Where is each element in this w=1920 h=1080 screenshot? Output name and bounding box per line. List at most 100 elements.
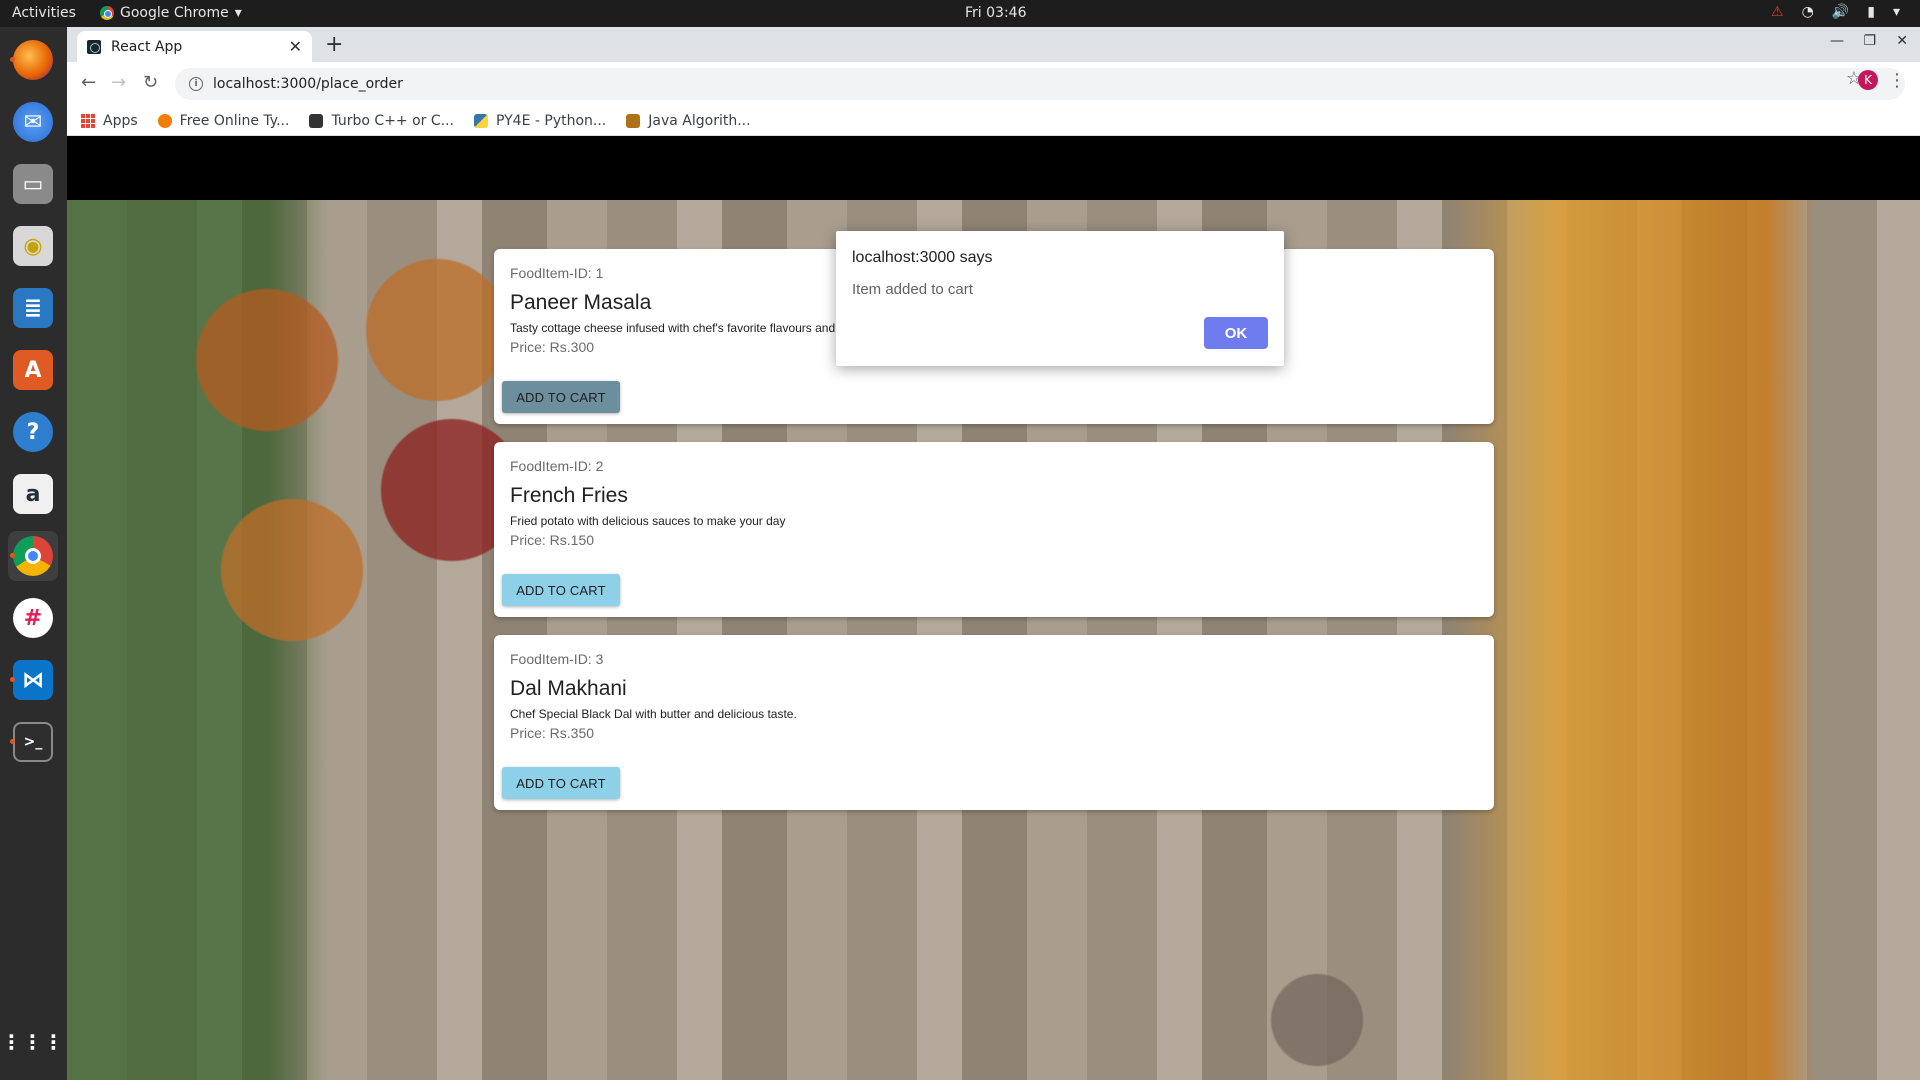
url-text[interactable]: localhost:3000/place_order <box>213 76 403 92</box>
dock-item-firefox[interactable] <box>8 35 58 85</box>
bookmark-label: Free Online Ty... <box>179 112 290 129</box>
firefox-icon <box>13 40 53 80</box>
dock-item-chrome[interactable] <box>8 531 58 581</box>
profile-avatar[interactable]: K <box>1858 70 1878 90</box>
bookmark-label: Turbo C++ or C... <box>331 112 454 129</box>
chrome-icon <box>100 6 114 20</box>
alert-dialog: localhost:3000 says Item added to cart O… <box>836 231 1284 366</box>
dialog-message: Item added to cart <box>852 281 973 298</box>
dock-item-software[interactable]: A <box>8 345 58 395</box>
dock: ✉ ▭ ◉ ≣ A ? a # ⋈ >_ ⋮⋮⋮ <box>0 27 67 1080</box>
reload-button[interactable]: ↻ <box>143 72 158 93</box>
dock-item-rhythmbox[interactable]: ◉ <box>8 221 58 271</box>
vscode-icon: ⋈ <box>13 660 53 700</box>
close-icon[interactable]: ✕ <box>289 37 302 56</box>
bookmark-java[interactable]: Java Algorith... <box>626 112 751 129</box>
menu-kebab-icon[interactable]: ⋮ <box>1888 70 1906 91</box>
system-top-bar: Activities Google Chrome ▾ Fri 03:46 ⚠ ◔… <box>0 0 1920 27</box>
terminal-icon: >_ <box>13 722 53 762</box>
browser-window: React App ✕ + — ❐ ✕ ← → ↻ i localhost:30… <box>67 27 1920 1080</box>
software-icon: A <box>13 350 53 390</box>
bookmark-apps[interactable]: Apps <box>81 113 138 129</box>
java-icon <box>626 113 641 128</box>
running-indicator <box>10 57 15 62</box>
volume-icon[interactable]: 🔊 <box>1832 4 1849 20</box>
python-icon <box>473 113 488 128</box>
writer-icon: ≣ <box>13 288 53 328</box>
bookmark-label: Apps <box>103 112 138 129</box>
running-indicator <box>10 553 15 558</box>
tab-react-app[interactable]: React App ✕ <box>77 31 312 62</box>
dock-item-show-apps[interactable]: ⋮⋮⋮ <box>1 1017 65 1067</box>
c-icon <box>309 113 324 128</box>
dock-item-amazon[interactable]: a <box>8 469 58 519</box>
dock-item-thunderbird[interactable]: ✉ <box>8 97 58 147</box>
chevron-down-icon: ▾ <box>234 5 242 21</box>
site-navbar <box>67 136 1920 200</box>
food-name: Paneer Masala <box>510 291 652 314</box>
bookmark-turbo-c[interactable]: Turbo C++ or C... <box>309 113 454 129</box>
bookmark-label: PY4E - Python... <box>495 112 607 129</box>
tab-strip: React App ✕ + — ❐ ✕ <box>67 27 1920 62</box>
restore-button[interactable]: ❐ <box>1863 33 1876 49</box>
chrome-icon <box>13 536 53 576</box>
food-description: Chef Special Black Dal with butter and d… <box>510 707 797 721</box>
food-id: FoodItem-ID: 1 <box>510 265 604 281</box>
battery-icon[interactable]: ▮ <box>1867 4 1875 20</box>
dock-item-terminal[interactable]: >_ <box>8 717 58 767</box>
back-button[interactable]: ← <box>81 72 96 93</box>
system-tray[interactable]: ⚠ ◔ 🔊 ▮ ▾ <box>1771 4 1900 20</box>
food-card: FoodItem-ID: 2 French Fries Fried potato… <box>494 442 1494 617</box>
slack-icon: # <box>13 598 53 638</box>
ok-button[interactable]: OK <box>1204 317 1268 349</box>
app-menu-label: Google Chrome <box>120 5 229 21</box>
food-id: FoodItem-ID: 2 <box>510 458 604 474</box>
activities-button[interactable]: Activities <box>12 5 76 21</box>
react-icon <box>87 39 101 54</box>
add-to-cart-button[interactable]: ADD TO CART <box>502 767 620 799</box>
rhythmbox-icon: ◉ <box>13 226 53 266</box>
help-icon: ? <box>13 412 53 452</box>
dock-item-vscode[interactable]: ⋈ <box>8 655 58 705</box>
food-price: Price: Rs.150 <box>510 532 595 548</box>
dock-item-slack[interactable]: # <box>8 593 58 643</box>
food-price: Price: Rs.300 <box>510 339 595 355</box>
clock[interactable]: Fri 03:46 <box>965 5 1026 21</box>
close-window-button[interactable]: ✕ <box>1896 33 1908 49</box>
show-apps-icon: ⋮⋮⋮ <box>1 1030 65 1054</box>
typing-icon <box>157 113 172 128</box>
apps-grid-icon <box>81 113 95 128</box>
app-menu[interactable]: Google Chrome ▾ <box>100 5 242 21</box>
thunderbird-icon: ✉ <box>13 102 53 142</box>
food-card: FoodItem-ID: 3 Dal Makhani Chef Special … <box>494 635 1494 810</box>
info-icon[interactable]: i <box>189 77 203 91</box>
amazon-icon: a <box>13 474 53 514</box>
chevron-down-icon[interactable]: ▾ <box>1893 4 1900 20</box>
page-content: FoodItem-ID: 1 Paneer Masala Tasty cotta… <box>67 136 1920 1080</box>
dock-item-help[interactable]: ? <box>8 407 58 457</box>
browser-toolbar: ← → ↻ i localhost:3000/place_order ☆ K ⋮ <box>67 62 1920 106</box>
food-name: Dal Makhani <box>510 677 627 700</box>
warning-icon[interactable]: ⚠ <box>1771 4 1784 20</box>
bookmarks-bar: Apps Free Online Ty... Turbo C++ or C...… <box>67 106 1920 136</box>
food-price: Price: Rs.350 <box>510 725 595 741</box>
tab-title: React App <box>111 38 183 55</box>
food-name: French Fries <box>510 484 628 507</box>
wifi-icon[interactable]: ◔ <box>1802 4 1814 20</box>
dialog-title: localhost:3000 says <box>852 249 993 266</box>
running-indicator <box>10 739 15 744</box>
add-to-cart-button[interactable]: ADD TO CART <box>502 381 620 413</box>
new-tab-button[interactable]: + <box>325 32 343 57</box>
bookmark-py4e[interactable]: PY4E - Python... <box>473 112 607 129</box>
dock-item-files[interactable]: ▭ <box>8 159 58 209</box>
food-id: FoodItem-ID: 3 <box>510 651 604 667</box>
bookmark-label: Java Algorith... <box>648 112 751 129</box>
dock-item-writer[interactable]: ≣ <box>8 283 58 333</box>
running-indicator <box>10 677 15 682</box>
minimize-button[interactable]: — <box>1830 33 1844 49</box>
bookmark-typing[interactable]: Free Online Ty... <box>157 112 290 129</box>
food-description: Fried potato with delicious sauces to ma… <box>510 514 786 528</box>
forward-button[interactable]: → <box>111 72 126 93</box>
add-to-cart-button[interactable]: ADD TO CART <box>502 574 620 606</box>
address-bar[interactable]: i localhost:3000/place_order <box>175 68 1905 100</box>
